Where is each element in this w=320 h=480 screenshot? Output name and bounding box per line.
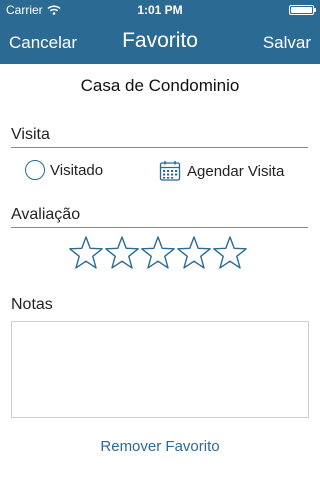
rating-divider (11, 227, 308, 228)
battery-fill (291, 7, 312, 13)
schedule-visit-button[interactable]: Agendar Visita (159, 160, 284, 182)
notes-textarea[interactable] (11, 321, 309, 418)
status-bar: Carrier 1:01 PM (0, 0, 320, 20)
notes-section-label: Notas (11, 296, 53, 313)
battery-icon (289, 5, 316, 15)
status-time: 1:01 PM (137, 3, 183, 17)
rating-stars (68, 235, 248, 271)
star-icon[interactable] (104, 235, 140, 271)
star-icon[interactable] (212, 235, 248, 271)
place-name: Casa de Condominio (80, 76, 240, 95)
star-icon[interactable] (176, 235, 212, 271)
rating-section-label: Avaliação (11, 206, 81, 223)
star-icon[interactable] (140, 235, 176, 271)
radio-icon[interactable] (25, 160, 45, 180)
visited-radio-option[interactable]: Visitado (25, 160, 103, 180)
save-button[interactable]: Salvar (263, 33, 311, 53)
calendar-icon (159, 161, 181, 181)
visited-label: Visitado (50, 161, 104, 179)
visit-section-label: Visita (11, 126, 50, 143)
visit-row: Visitado Agendar Visita (0, 160, 320, 184)
schedule-visit-label: Agendar Visita (187, 162, 285, 180)
remove-favorite-button[interactable]: Remover Favorito (0, 438, 320, 455)
nav-bar: Cancelar Favorito Salvar (0, 20, 320, 64)
visit-divider (11, 147, 308, 148)
cancel-button[interactable]: Cancelar (9, 33, 77, 53)
header: Carrier 1:01 PM Cancelar Favorito Salvar (0, 0, 320, 64)
star-icon[interactable] (68, 235, 104, 271)
